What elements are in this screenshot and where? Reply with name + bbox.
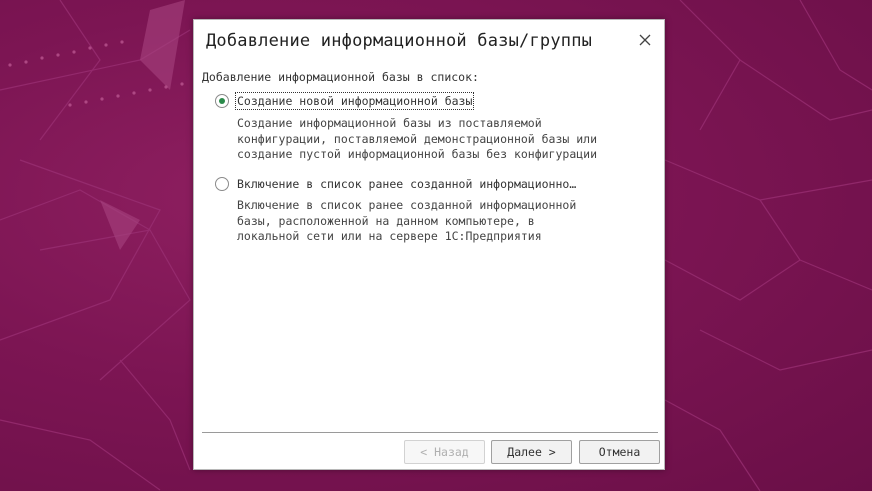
- description-line: создание пустой информационной базы без …: [237, 147, 598, 161]
- close-icon: [639, 34, 651, 46]
- description-line: конфигурации, поставляемой демонстрацион…: [237, 131, 598, 146]
- description-line: базы, расположенной на данном компьютере…: [237, 213, 535, 228]
- back-button[interactable]: < Назад: [404, 440, 485, 464]
- option-label-create-new[interactable]: Создание новой информационной базы: [234, 92, 475, 110]
- dialog-title: Добавление информационной базы/группы: [206, 31, 593, 51]
- button-bar-separator: [202, 432, 658, 433]
- description-line: локальной сети или на сервере 1С:Предпри…: [237, 229, 542, 243]
- option-description-add-existing: Включение в список ранее созданной инфор…: [237, 198, 657, 245]
- radio-unselected-icon[interactable]: [215, 177, 229, 191]
- section-label: Добавление информационной базы в список:: [202, 70, 479, 84]
- next-button[interactable]: Далее >: [491, 440, 572, 464]
- option-label-add-existing[interactable]: Включение в список ранее созданной инфор…: [236, 176, 577, 192]
- radio-selected-icon[interactable]: [215, 94, 229, 108]
- option-description-create-new: Создание информационной базы из поставля…: [237, 116, 657, 163]
- cancel-button[interactable]: Отмена: [579, 440, 660, 464]
- radio-dot: [219, 98, 225, 104]
- description-line: Создание информационной базы из поставля…: [237, 116, 542, 130]
- description-line: Включение в список ранее созданной инфор…: [237, 198, 577, 212]
- add-infobase-dialog: Добавление информационной базы/группы До…: [193, 19, 665, 470]
- close-button[interactable]: [635, 30, 655, 50]
